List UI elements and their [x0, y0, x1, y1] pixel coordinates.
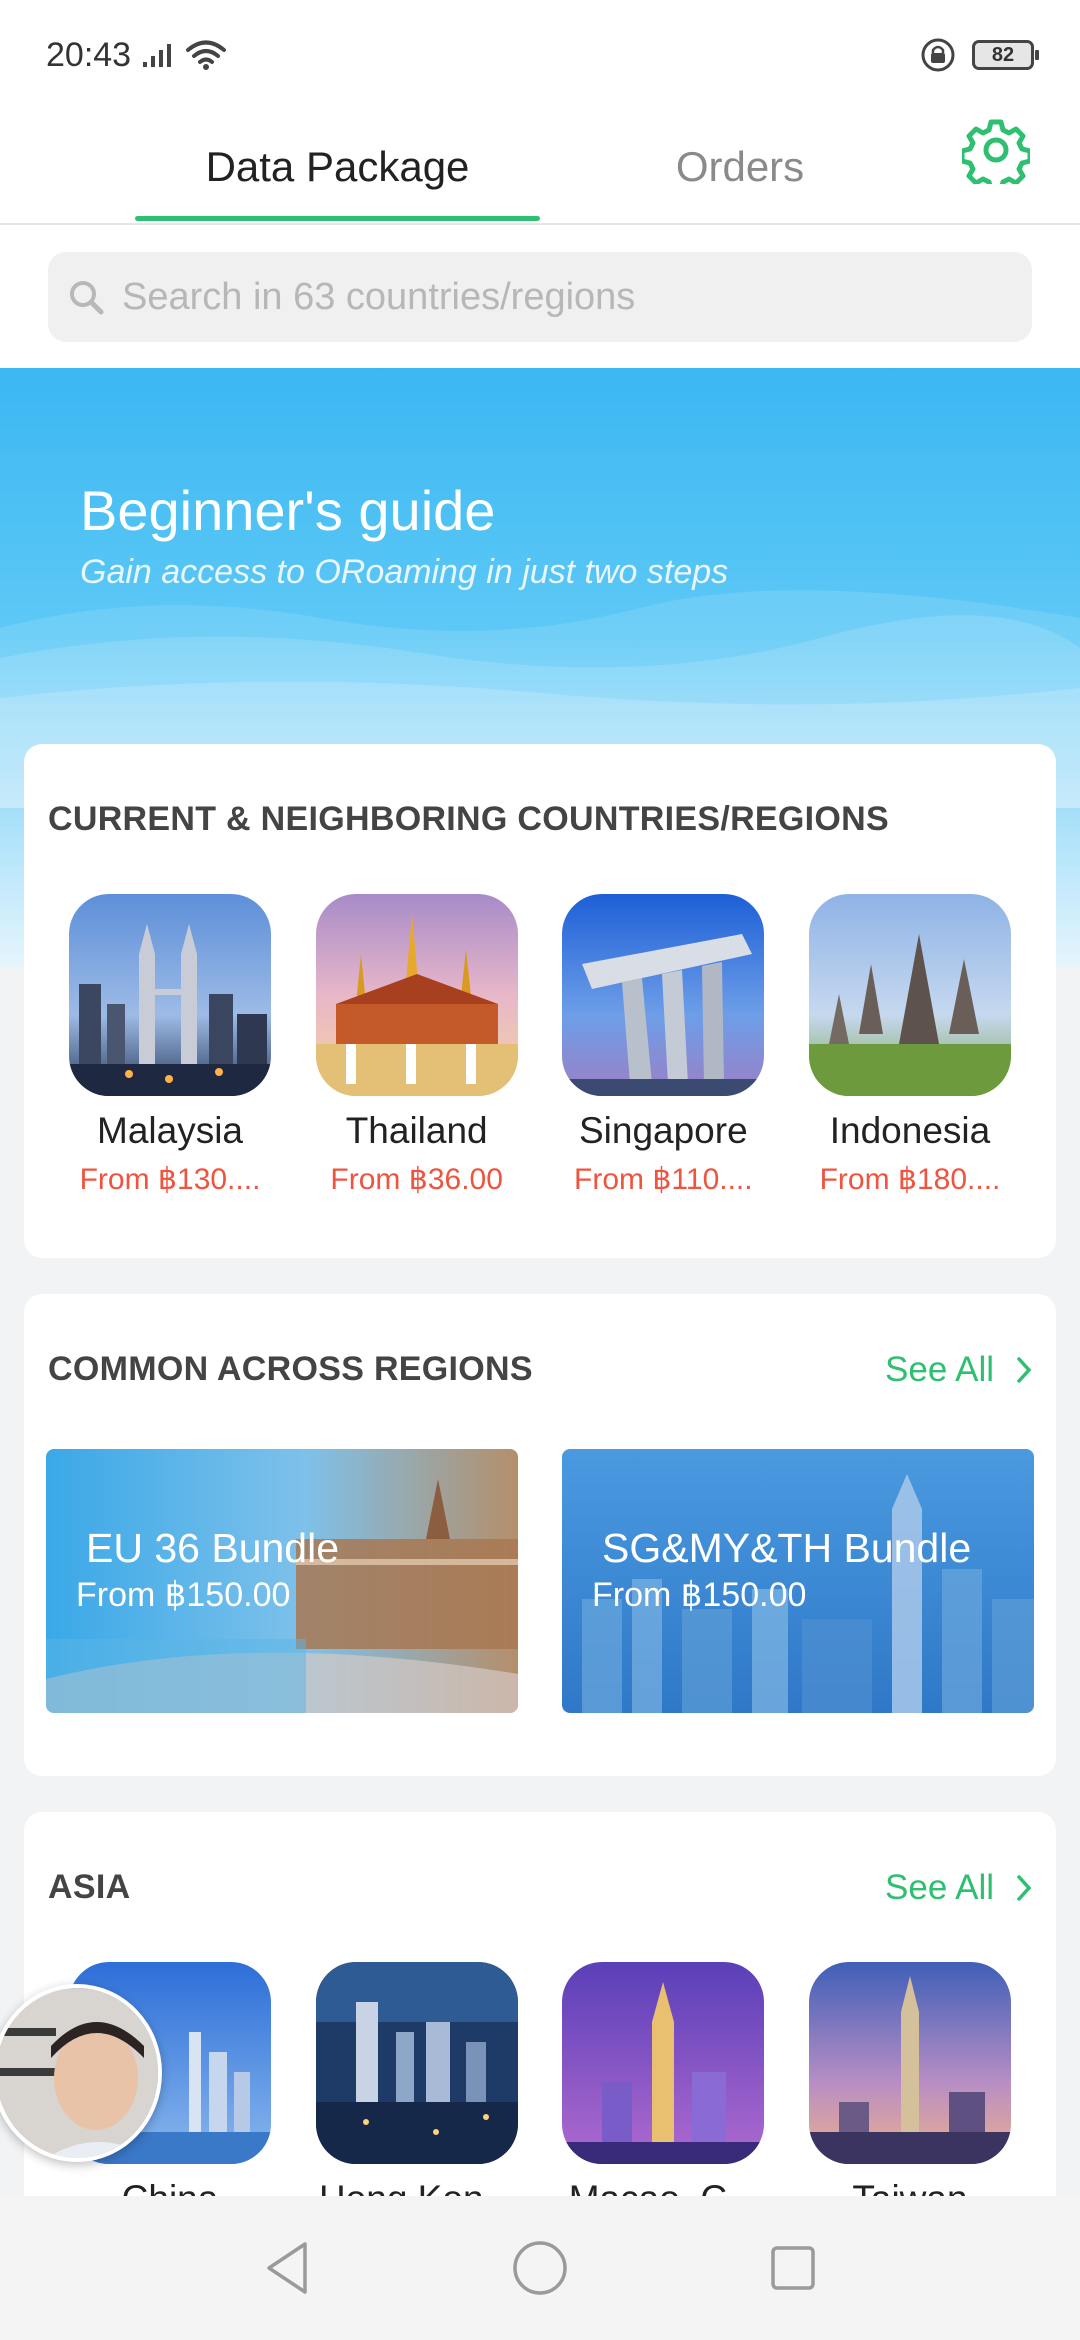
country-macao[interactable]: Macao, C... — [543, 1962, 783, 2220]
common-across-regions-section: COMMON ACROSS REGIONS See All EU 36 Bund… — [24, 1294, 1056, 1776]
banner-subtitle: Gain access to ORoaming in just two step… — [80, 553, 729, 591]
malaysia-thumbnail — [69, 894, 271, 1096]
status-left: 20:43 — [46, 36, 227, 75]
country-thailand[interactable]: Thailand From ฿36.00 — [297, 894, 537, 1197]
back-triangle-icon — [266, 2242, 307, 2294]
country-price: From ฿110.... — [574, 1163, 753, 1196]
country-singapore[interactable]: Singapore From ฿110.... — [543, 894, 783, 1197]
gear-icon — [959, 119, 1033, 193]
see-all-label: See All — [885, 1350, 994, 1389]
asia-country-row: China Hong Kon... — [50, 1962, 1030, 2220]
country-name: Indonesia — [829, 1110, 991, 1151]
tab-data-package[interactable]: Data Package — [135, 110, 540, 223]
chevron-right-icon — [1017, 1357, 1032, 1383]
bundle-eu36[interactable]: EU 36 Bundle From ฿150.00 — [46, 1449, 518, 1713]
bundle-name: EU 36 Bundle — [86, 1525, 340, 1571]
chevron-right-icon — [1017, 1875, 1032, 1901]
system-navigation-bar — [0, 2196, 1080, 2340]
search-area — [0, 225, 1080, 368]
back-button[interactable] — [247, 2228, 327, 2308]
country-name: Malaysia — [97, 1110, 243, 1151]
see-all-asia-link[interactable]: See All — [885, 1868, 1032, 1908]
signal-icon — [143, 44, 172, 67]
country-malaysia[interactable]: Malaysia From ฿130.... — [50, 894, 290, 1197]
section-title: COMMON ACROSS REGIONS — [48, 1350, 533, 1388]
see-all-common-link[interactable]: See All — [885, 1350, 1032, 1390]
country-price: From ฿180.... — [819, 1163, 1001, 1196]
current-neighboring-section: CURRENT & NEIGHBORING COUNTRIES/REGIONS — [24, 744, 1056, 1258]
bundle-name: SG&MY&TH Bundle — [602, 1525, 972, 1571]
floating-avatar[interactable] — [0, 1984, 162, 2162]
country-name: Thailand — [345, 1110, 488, 1151]
current-country-row: Malaysia From ฿130.... Thailand From ฿36… — [50, 894, 1030, 1197]
country-hong-kong[interactable]: Hong Kon... — [297, 1962, 537, 2220]
section-title: CURRENT & NEIGHBORING COUNTRIES/REGIONS — [48, 800, 889, 838]
search-box[interactable] — [48, 252, 1032, 342]
status-right: 82 — [920, 37, 1039, 73]
status-time: 20:43 — [46, 35, 132, 74]
top-tab-bar: Data Package Orders — [0, 110, 1080, 225]
home-circle-icon — [513, 2241, 567, 2295]
hong-kong-thumbnail — [315, 1962, 518, 2164]
bundle-price: From ฿150.00 — [592, 1576, 807, 1614]
home-button[interactable] — [500, 2228, 580, 2308]
see-all-label: See All — [885, 1868, 994, 1907]
thailand-thumbnail — [315, 894, 518, 1096]
settings-button[interactable] — [959, 116, 1033, 193]
asia-section: ASIA See All China — [24, 1812, 1056, 2232]
taiwan-thumbnail — [808, 1962, 1011, 2164]
search-icon — [70, 281, 104, 315]
battery-icon: 82 — [972, 40, 1039, 70]
tab-orders[interactable]: Orders — [600, 110, 880, 223]
country-price: From ฿36.00 — [330, 1163, 503, 1196]
recents-button[interactable] — [753, 2228, 833, 2308]
country-indonesia[interactable]: Indonesia From ฿180.... — [790, 894, 1030, 1197]
country-price: From ฿130.... — [79, 1163, 261, 1196]
bundle-price: From ฿150.00 — [76, 1576, 291, 1614]
country-taiwan[interactable]: Taiwan — [790, 1962, 1030, 2220]
indonesia-thumbnail — [808, 894, 1011, 1096]
search-input[interactable] — [122, 275, 1002, 319]
recents-square-icon — [771, 2246, 816, 2290]
rotation-lock-icon — [921, 38, 955, 72]
section-title: ASIA — [48, 1868, 131, 1906]
bundle-sg-my-th[interactable]: SG&MY&TH Bundle From ฿150.00 — [562, 1449, 1034, 1713]
banner-title: Beginner's guide — [80, 479, 496, 542]
country-name: Singapore — [578, 1110, 748, 1151]
status-bar: 20:43 82 — [0, 0, 1080, 110]
active-tab-indicator — [135, 216, 540, 221]
wifi-icon — [186, 40, 227, 70]
singapore-thumbnail — [562, 894, 765, 1096]
macao-thumbnail — [562, 1962, 765, 2164]
